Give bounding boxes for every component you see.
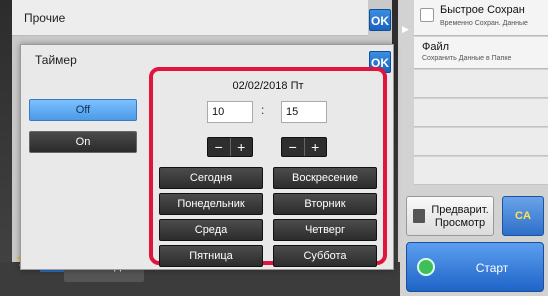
minute-minus-button[interactable]: − [282, 138, 304, 156]
quick-save-title: Быстрое Сохран [440, 4, 525, 16]
start-icon [417, 258, 435, 276]
day-button-thursday[interactable]: Четверг [273, 219, 377, 241]
hour-stepper: − + [207, 137, 253, 157]
preview-icon [413, 209, 425, 223]
day-button-today[interactable]: Сегодня [159, 167, 263, 189]
others-ok-button[interactable]: OK [369, 9, 391, 31]
day-button-saturday[interactable]: Суббота [273, 245, 377, 267]
date-display: 02/02/2018 Пт [232, 80, 304, 92]
timer-dialog: Таймер OK Off On 02/02/2018 Пт 10 : 15 −… [20, 44, 394, 270]
ca-button[interactable]: CA [502, 196, 544, 236]
file-title: Файл [422, 41, 450, 53]
hour-minus-button[interactable]: − [208, 138, 230, 156]
timer-settings-area: 02/02/2018 Пт 10 : 15 − + − + Сегодня Во… [149, 67, 387, 267]
day-button-tuesday[interactable]: Вторник [273, 193, 377, 215]
preview-button[interactable]: Предварит. Просмотр [406, 196, 494, 236]
minute-input[interactable]: 15 [281, 101, 327, 123]
day-button-sunday[interactable]: Воскресение [273, 167, 377, 189]
preview-label: Предварит. Просмотр [431, 204, 489, 229]
quick-save-checkbox[interactable] [420, 8, 434, 22]
hour-plus-button[interactable]: + [229, 138, 253, 156]
timer-on-button[interactable]: On [29, 131, 137, 153]
expand-arrow-icon[interactable]: ▶ [402, 24, 412, 35]
start-label: Старт [475, 261, 509, 275]
file-item[interactable]: Файл Сохранить Данные в Папке [414, 37, 548, 69]
others-title: Прочие [24, 11, 66, 25]
quick-save-subtitle: Временно Сохран. Данные [440, 20, 528, 27]
day-button-monday[interactable]: Понедельник [159, 193, 263, 215]
file-subtitle: Сохранить Данные в Папке [422, 55, 512, 62]
dialog-title: Таймер [35, 53, 77, 67]
day-button-wednesday[interactable]: Среда [159, 219, 263, 241]
others-header: Прочие [12, 0, 368, 36]
minute-plus-button[interactable]: + [303, 138, 327, 156]
empty-slot [414, 70, 548, 98]
empty-slot [414, 128, 548, 156]
hour-input[interactable]: 10 [207, 101, 253, 123]
time-separator: : [261, 103, 265, 117]
empty-slot [414, 99, 548, 127]
start-button[interactable]: Старт [406, 242, 544, 292]
timer-off-button[interactable]: Off [29, 99, 137, 121]
quick-save-item[interactable]: Быстрое Сохран Временно Сохран. Данные [414, 0, 548, 36]
empty-slot [414, 157, 548, 185]
day-button-friday[interactable]: Пятница [159, 245, 263, 267]
minute-stepper: − + [281, 137, 327, 157]
